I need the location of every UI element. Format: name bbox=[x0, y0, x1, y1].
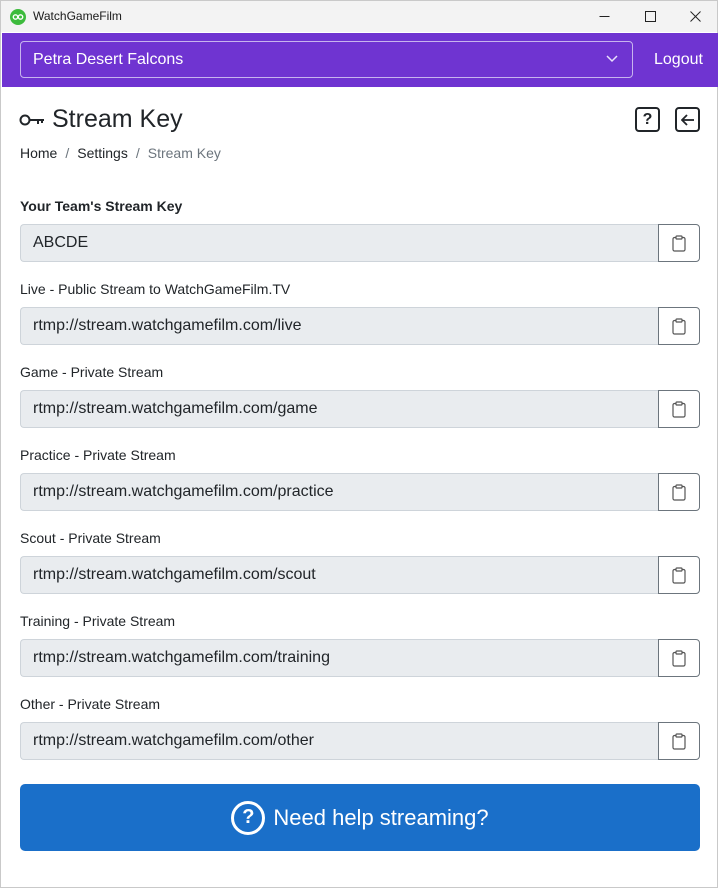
breadcrumb-separator: / bbox=[135, 145, 140, 161]
chevron-down-icon bbox=[606, 55, 618, 63]
clipboard-icon bbox=[672, 483, 686, 501]
copy-game-url-button[interactable] bbox=[658, 390, 700, 428]
app-window: WatchGameFilm Petra Desert Falcons Logou… bbox=[0, 0, 718, 888]
stream-key-label: Your Team's Stream Key bbox=[20, 198, 183, 214]
copy-live-url-button[interactable] bbox=[658, 307, 700, 345]
live-stream-row: rtmp://stream.watchgamefilm.com/live bbox=[20, 307, 700, 345]
game-stream-row: rtmp://stream.watchgamefilm.com/game bbox=[20, 390, 700, 428]
copy-practice-url-button[interactable] bbox=[658, 473, 700, 511]
team-select-value: Petra Desert Falcons bbox=[33, 51, 184, 68]
copy-scout-url-button[interactable] bbox=[658, 556, 700, 594]
copy-other-url-button[interactable] bbox=[658, 722, 700, 760]
question-icon: ? bbox=[642, 110, 653, 128]
top-nav-bar: Petra Desert Falcons Logout bbox=[2, 33, 718, 87]
other-stream-url-field[interactable]: rtmp://stream.watchgamefilm.com/other bbox=[20, 722, 659, 760]
minimize-icon bbox=[599, 16, 609, 17]
copy-training-url-button[interactable] bbox=[658, 639, 700, 677]
other-stream-row: rtmp://stream.watchgamefilm.com/other bbox=[20, 722, 700, 760]
clipboard-icon bbox=[672, 649, 686, 667]
breadcrumb-settings[interactable]: Settings bbox=[77, 145, 128, 161]
game-stream-url-field[interactable]: rtmp://stream.watchgamefilm.com/game bbox=[20, 390, 659, 428]
training-stream-label: Training - Private Stream bbox=[20, 613, 176, 629]
breadcrumb: Home / Settings / Stream Key bbox=[20, 145, 221, 161]
team-select[interactable]: Petra Desert Falcons bbox=[20, 41, 633, 78]
logout-link[interactable]: Logout bbox=[654, 51, 703, 69]
breadcrumb-home[interactable]: Home bbox=[20, 145, 57, 161]
clipboard-icon bbox=[672, 566, 686, 584]
live-stream-url-field[interactable]: rtmp://stream.watchgamefilm.com/live bbox=[20, 307, 659, 345]
back-button[interactable] bbox=[675, 107, 700, 132]
clipboard-icon bbox=[672, 234, 686, 252]
close-button[interactable] bbox=[672, 1, 718, 32]
arrow-left-icon bbox=[680, 113, 694, 126]
maximize-icon bbox=[644, 11, 656, 22]
practice-stream-url-field[interactable]: rtmp://stream.watchgamefilm.com/practice bbox=[20, 473, 659, 511]
scout-stream-url-field[interactable]: rtmp://stream.watchgamefilm.com/scout bbox=[20, 556, 659, 594]
app-logo-icon bbox=[10, 9, 26, 25]
training-stream-row: rtmp://stream.watchgamefilm.com/training bbox=[20, 639, 700, 677]
page-title: Stream Key bbox=[52, 105, 183, 133]
maximize-button[interactable] bbox=[627, 1, 673, 32]
practice-stream-row: rtmp://stream.watchgamefilm.com/practice bbox=[20, 473, 700, 511]
game-stream-label: Game - Private Stream bbox=[20, 364, 164, 380]
close-icon bbox=[689, 11, 701, 22]
clipboard-icon bbox=[672, 732, 686, 750]
question-circle-icon: ? bbox=[231, 800, 266, 835]
need-help-streaming-button[interactable]: ? Need help streaming? bbox=[20, 784, 700, 851]
minimize-button[interactable] bbox=[581, 1, 627, 32]
breadcrumb-current: Stream Key bbox=[147, 145, 221, 161]
scout-stream-row: rtmp://stream.watchgamefilm.com/scout bbox=[20, 556, 700, 594]
help-button[interactable]: ? bbox=[635, 107, 660, 132]
title-bar: WatchGameFilm bbox=[1, 1, 717, 32]
copy-stream-key-button[interactable] bbox=[658, 224, 700, 262]
training-stream-url-field[interactable]: rtmp://stream.watchgamefilm.com/training bbox=[20, 639, 659, 677]
breadcrumb-separator: / bbox=[65, 145, 70, 161]
scout-stream-label: Scout - Private Stream bbox=[20, 530, 161, 546]
need-help-streaming-label: Need help streaming? bbox=[273, 804, 489, 830]
key-icon bbox=[19, 114, 44, 126]
other-stream-label: Other - Private Stream bbox=[20, 696, 161, 712]
clipboard-icon bbox=[672, 317, 686, 335]
live-stream-label: Live - Public Stream to WatchGameFilm.TV bbox=[20, 281, 291, 297]
stream-key-row: ABCDE bbox=[20, 224, 700, 262]
window-title: WatchGameFilm bbox=[33, 9, 122, 23]
clipboard-icon bbox=[672, 400, 686, 418]
practice-stream-label: Practice - Private Stream bbox=[20, 447, 176, 463]
stream-key-field[interactable]: ABCDE bbox=[20, 224, 659, 262]
